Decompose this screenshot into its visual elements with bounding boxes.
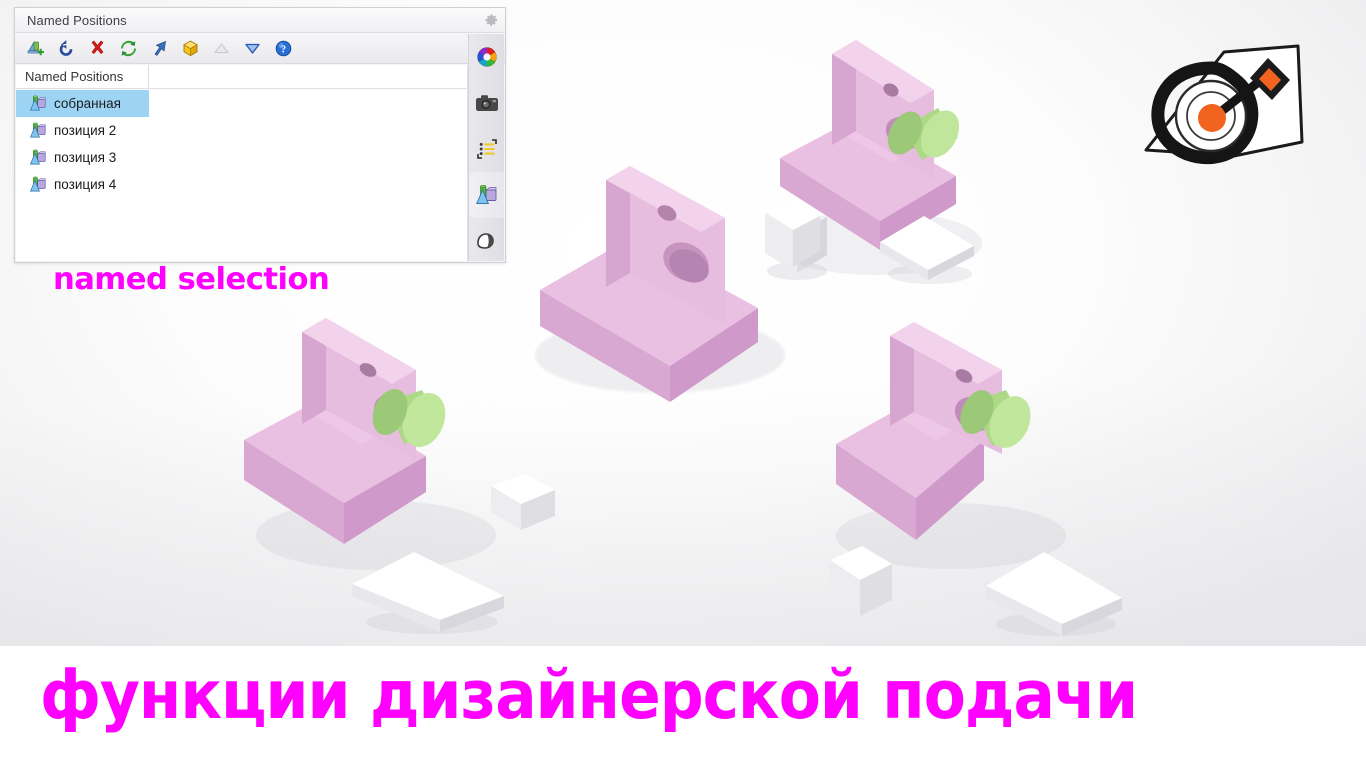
list-item[interactable]: собранная (16, 90, 149, 117)
position-item-icon (29, 149, 46, 165)
list-column-header-empty (149, 65, 467, 88)
sidebar-item-render[interactable] (469, 218, 504, 264)
white-box-top-right[interactable] (758, 197, 828, 277)
list-item[interactable]: позиция 3 (16, 144, 467, 171)
color-wheel-icon (476, 47, 497, 67)
named-positions-icon (475, 184, 496, 205)
panel-side-tabs[interactable] (468, 34, 504, 261)
list-header-row: Named Positions (16, 65, 467, 89)
position-item-icon (29, 176, 46, 192)
restore-position-icon[interactable] (52, 35, 80, 62)
arrow-cursor-icon[interactable] (145, 35, 173, 62)
gear-icon[interactable] (483, 12, 499, 28)
svg-text:?: ? (280, 44, 285, 55)
help-icon[interactable]: ? (269, 35, 297, 62)
list-item[interactable]: позиция 2 (16, 117, 467, 144)
sidebar-item-camera[interactable] (469, 80, 504, 126)
list-item-label: позиция 3 (54, 150, 117, 165)
list-item[interactable]: позиция 4 (16, 171, 467, 198)
white-plate-bottom-left[interactable] (348, 548, 512, 638)
named-positions-list[interactable]: Named Positions собранная позиция 2 позици… (16, 65, 468, 261)
white-box-bottom-right[interactable] (822, 542, 900, 626)
sidebar-item-named-positions[interactable] (469, 172, 504, 218)
list-item-label: собранная (54, 96, 121, 111)
named-positions-panel[interactable]: Named Positions ? Named Positions собран… (14, 7, 506, 263)
list-item-label: позиция 2 (54, 123, 117, 138)
panel-title-bar: Named Positions (15, 8, 505, 33)
triangle-down-icon[interactable] (238, 35, 266, 62)
brand-sketch-logo (1144, 44, 1304, 165)
list-column-header[interactable]: Named Positions (16, 65, 149, 88)
sidebar-item-appearance[interactable] (469, 34, 504, 80)
panel-toolbar[interactable]: ? (15, 33, 505, 64)
caption-named-selection: named selection (53, 262, 330, 297)
position-item-icon (29, 122, 46, 138)
white-plate-top-right[interactable] (876, 212, 980, 290)
render-icon (476, 233, 494, 249)
caption-bottom: функции дизайнерской подачи (40, 655, 1138, 735)
triangle-up-icon[interactable] (207, 35, 235, 62)
cube-icon[interactable] (176, 35, 204, 62)
delete-icon[interactable] (83, 35, 111, 62)
white-plate-bottom-right[interactable] (982, 548, 1128, 640)
add-named-position-icon[interactable] (21, 35, 49, 62)
panel-title-text: Named Positions (27, 12, 127, 28)
camera-icon (475, 95, 498, 111)
sidebar-item-scenes[interactable] (469, 126, 504, 172)
white-box-bottom-left[interactable] (483, 470, 563, 540)
logo-hub-dot (1198, 104, 1226, 132)
list-icon (476, 139, 497, 159)
list-item-label: позиция 4 (54, 177, 117, 192)
list-rows: собранная позиция 2 позиция 3 позиция 4 (16, 89, 467, 198)
refresh-icon[interactable] (114, 35, 142, 62)
position-item-icon (29, 95, 46, 111)
